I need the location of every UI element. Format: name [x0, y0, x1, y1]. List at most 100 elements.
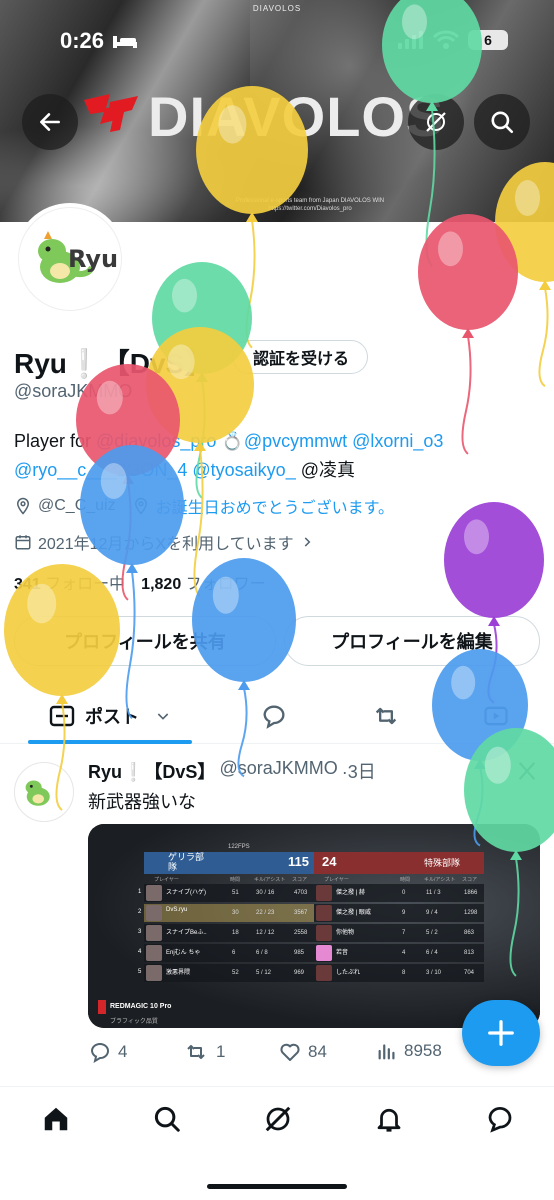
heart-icon	[280, 1043, 300, 1061]
player-avatar	[146, 885, 162, 901]
tab-media[interactable]	[466, 688, 526, 744]
player-avatar	[316, 945, 332, 961]
profile-tabs: ポスト	[0, 688, 554, 744]
banner-tagline: Professional e-sports team from Japan DI…	[235, 198, 385, 212]
wifi-icon	[433, 30, 459, 49]
back-button[interactable]	[22, 94, 78, 150]
search-icon	[154, 1106, 180, 1132]
repost-icon	[375, 707, 397, 725]
player-avatar	[146, 925, 162, 941]
player-avatar	[316, 905, 332, 921]
profile-meta: @C_C_uiz お誕生日おめでとうございます。	[14, 494, 394, 518]
location-icon	[16, 497, 30, 515]
tab-posts[interactable]: ポスト	[28, 688, 192, 744]
post-author-name[interactable]: Ryu❕【DvS】	[88, 758, 215, 784]
search-icon	[491, 111, 514, 134]
following-link[interactable]: 341 フォロー中	[14, 570, 125, 594]
share-profile-button[interactable]: プロフィールを共有	[14, 616, 276, 666]
player-avatar	[316, 885, 332, 901]
watermark: REDMAGIC 10 Pro	[110, 1003, 172, 1010]
reply-icon	[90, 1043, 110, 1064]
balloon	[444, 502, 544, 704]
grok-button[interactable]	[408, 94, 464, 150]
tab-reposts[interactable]	[356, 688, 416, 744]
redmagic-logo-icon	[98, 1000, 106, 1014]
player-avatar	[146, 965, 162, 981]
mention-link[interactable]: @ryo__c___2GON_4	[14, 460, 187, 480]
player-avatar	[316, 965, 332, 981]
verify-label: 認証を受ける	[253, 351, 350, 368]
home-indicator	[207, 1184, 347, 1189]
post-text: 新武器強いな	[88, 792, 196, 812]
views-button[interactable]: 8958	[376, 1040, 442, 1062]
status-app-label: DIAVOLOS	[252, 4, 302, 13]
post-author-handle[interactable]: @soraJKMMO	[219, 758, 337, 784]
calendar-icon	[15, 535, 31, 550]
plus-icon	[488, 1020, 514, 1046]
followers-link[interactable]: 1,820 フォロワー	[141, 570, 266, 594]
nav-search[interactable]	[139, 1099, 195, 1139]
profile-handle: @soraJKMMO	[14, 381, 133, 401]
mention-link[interactable]: @pvcymmwt	[244, 431, 347, 451]
search-button[interactable]	[474, 94, 530, 150]
reply-icon	[263, 705, 285, 729]
battery-indicator: 6	[468, 30, 508, 50]
video-icon	[484, 706, 508, 726]
repost-icon	[187, 1045, 205, 1059]
post-author-avatar[interactable]	[14, 762, 74, 822]
get-verified-button[interactable]: 認証を受ける	[232, 340, 369, 374]
mention-link[interactable]: @diavolos_pro	[96, 431, 216, 451]
player-avatar	[146, 945, 162, 961]
message-icon	[488, 1107, 512, 1133]
post-header: Ryu❕【DvS】 @soraJKMMO ·3日	[88, 758, 376, 784]
player-avatar	[316, 925, 332, 941]
like-button[interactable]: 84	[278, 1040, 327, 1064]
active-tab-indicator	[28, 740, 192, 744]
home-icon	[44, 1107, 68, 1131]
grok-icon	[426, 112, 446, 132]
bell-icon	[377, 1108, 401, 1132]
arrow-left-icon	[40, 113, 60, 131]
nav-grok[interactable]	[250, 1099, 306, 1139]
profile-location: @C_C_uiz	[38, 497, 116, 514]
profile-website-link[interactable]: お誕生日おめでとうございます。	[156, 494, 394, 518]
profile-name: Ryu❕【DvS】	[14, 348, 213, 379]
chevron-right-icon	[304, 537, 310, 547]
avatar-text: Ryu	[68, 245, 119, 273]
status-time: 0:26	[60, 28, 138, 54]
x-logo-icon	[518, 762, 536, 780]
edit-profile-button[interactable]: プロフィールを編集	[284, 616, 540, 666]
sleep-bed-icon	[113, 36, 138, 48]
banner-brand: DIAVOLOS	[148, 85, 445, 148]
balloon	[418, 214, 518, 455]
location-icon	[134, 497, 147, 515]
scoreboard: 1 スナイプ(ハゲ) 51 30 / 16 4703 2 DvS.ryu 30 22 / 23 3…	[88, 824, 540, 1028]
posts-tab-icon	[49, 705, 75, 727]
reply-button[interactable]: 4	[88, 1040, 127, 1064]
diavolos-logo-icon	[84, 94, 138, 132]
watermark-sub: ブラフィック品質	[110, 1019, 158, 1025]
profile-joined[interactable]: 2021年12月からXを利用しています	[14, 530, 314, 554]
profile-bio: Player for @diavolos_pro 💍@pvcymmwt @lxo…	[14, 431, 444, 480]
grok-icon	[265, 1106, 291, 1132]
analytics-icon	[378, 1044, 395, 1060]
balloon	[432, 649, 528, 847]
mention-link[interactable]: @tyosaikyo_	[192, 460, 295, 480]
compose-button[interactable]	[462, 1000, 540, 1066]
nav-notifications[interactable]	[361, 1099, 417, 1139]
dragon-avatar-icon	[25, 780, 50, 806]
mention-link[interactable]: @lxorni_o3	[352, 431, 443, 451]
tab-replies[interactable]	[244, 688, 304, 744]
post-image[interactable]: ゲリラ部隊 115 24 特殊部隊 122FPS プレイヤー 時間 キル/アシス…	[88, 824, 540, 1028]
bottom-navigation	[0, 1086, 554, 1200]
status-indicators: 6	[398, 30, 508, 50]
post-time[interactable]: ·3日	[342, 758, 376, 784]
signal-icon	[398, 31, 423, 49]
nav-home[interactable]	[28, 1099, 84, 1139]
chevron-down-icon	[157, 713, 169, 720]
nav-messages[interactable]	[472, 1099, 528, 1139]
ring-emoji: 💍	[221, 431, 244, 451]
repost-button[interactable]: 1	[182, 1040, 225, 1064]
player-avatar	[146, 905, 162, 921]
follow-stats: 341 フォロー中 1,820 フォロワー	[14, 570, 266, 594]
